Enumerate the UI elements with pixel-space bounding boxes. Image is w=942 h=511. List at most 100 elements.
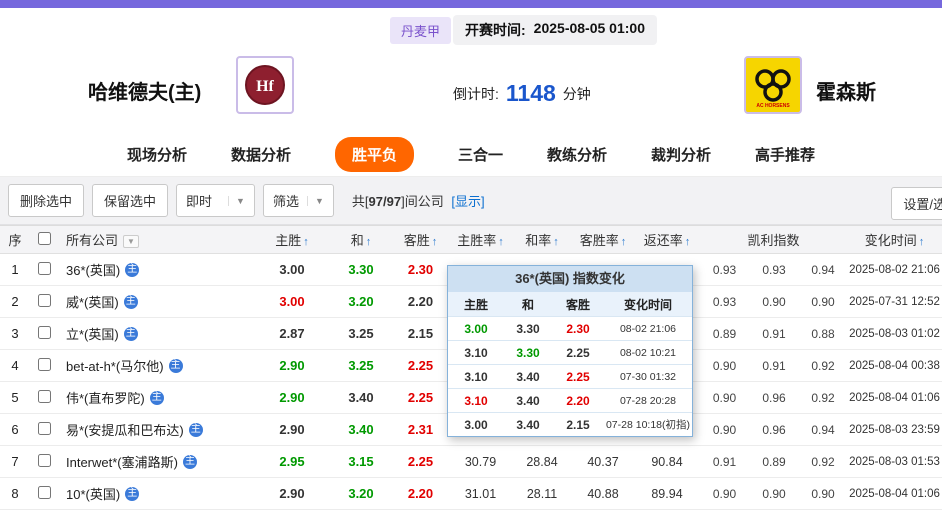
sort-asc-icon[interactable]: ↑ bbox=[498, 236, 504, 248]
home-team-logo-icon: Hf bbox=[236, 56, 294, 114]
draw-odds[interactable]: 3.40 bbox=[330, 422, 392, 437]
company-cell[interactable]: 立*(英国) 主 bbox=[58, 324, 254, 343]
row-checkbox-cell bbox=[30, 325, 58, 342]
row-checkbox[interactable] bbox=[37, 261, 51, 275]
home-odds[interactable]: 3.00 bbox=[254, 262, 330, 277]
change-time: 2025-08-03 01:53 bbox=[849, 455, 940, 468]
col-home-rate[interactable]: 主胜率 ↑ bbox=[449, 230, 512, 249]
away-odds[interactable]: 2.25 bbox=[392, 454, 449, 469]
filter-dropdown[interactable]: 筛选 ▼ bbox=[262, 184, 334, 217]
keep-selected-button[interactable]: 保留选中 bbox=[92, 184, 169, 217]
draw-odds[interactable]: 3.25 bbox=[330, 358, 392, 373]
league-badge[interactable]: 丹麦甲 bbox=[390, 17, 452, 44]
change-time: 2025-07-31 12:52 bbox=[849, 295, 940, 308]
kelly-value: 0.92 bbox=[811, 390, 835, 405]
draw-odds[interactable]: 3.25 bbox=[330, 326, 392, 341]
draw-odds[interactable]: 3.20 bbox=[330, 294, 392, 309]
popup-home-odds: 3.10 bbox=[464, 393, 488, 408]
draw-odds[interactable]: 3.20 bbox=[330, 486, 392, 501]
row-index: 5 bbox=[11, 390, 19, 405]
col-company[interactable]: 所有公司 ▼ bbox=[58, 230, 254, 249]
company-name: Interwet*(塞浦路斯) bbox=[66, 455, 178, 470]
company-cell[interactable]: 威*(英国) 主 bbox=[58, 292, 254, 311]
nav-tab[interactable]: 现场分析 bbox=[127, 144, 187, 165]
row-checkbox-cell bbox=[30, 389, 58, 406]
company-cell[interactable]: 易*(安提瓜和巴布达) 主 bbox=[58, 420, 254, 439]
draw-odds[interactable]: 3.30 bbox=[330, 262, 392, 277]
home-odds[interactable]: 2.95 bbox=[254, 454, 330, 469]
kelly-value: 0.94 bbox=[811, 262, 835, 277]
row-checkbox[interactable] bbox=[37, 293, 51, 307]
draw-odds[interactable]: 3.40 bbox=[330, 390, 392, 405]
sort-asc-icon[interactable]: ↑ bbox=[919, 236, 925, 248]
row-checkbox[interactable] bbox=[37, 357, 51, 371]
rate-value: 89.94 bbox=[651, 486, 683, 501]
nav-tab[interactable]: 胜平负 bbox=[334, 137, 414, 172]
sort-asc-icon[interactable]: ↑ bbox=[553, 236, 559, 248]
popup-draw-odds: 3.40 bbox=[516, 369, 540, 384]
nav-tab[interactable]: 教练分析 bbox=[547, 144, 607, 165]
home-odds[interactable]: 3.00 bbox=[254, 294, 330, 309]
col-away-rate[interactable]: 客胜率 ↑ bbox=[572, 230, 634, 249]
sort-asc-icon[interactable]: ↑ bbox=[621, 236, 627, 248]
sort-asc-icon[interactable]: ↑ bbox=[366, 236, 372, 248]
start-time-value: 2025-08-05 01:00 bbox=[533, 20, 645, 36]
col-return-rate[interactable]: 返还率 ↑ bbox=[634, 230, 700, 249]
home-odds[interactable]: 2.90 bbox=[254, 486, 330, 501]
popup-title: 36*(英国) 指数变化 bbox=[448, 266, 692, 292]
nav-tab[interactable]: 数据分析 bbox=[231, 144, 291, 165]
away-odds[interactable]: 2.20 bbox=[392, 486, 449, 501]
countdown-label: 倒计时: bbox=[453, 85, 499, 102]
home-odds[interactable]: 2.90 bbox=[254, 390, 330, 405]
away-odds[interactable]: 2.25 bbox=[392, 390, 449, 405]
kelly-value: 0.90 bbox=[811, 486, 835, 501]
rate-value: 40.37 bbox=[587, 454, 619, 469]
company-cell[interactable]: 伟*(直布罗陀) 主 bbox=[58, 388, 254, 407]
col-change-time[interactable]: 变化时间 ↑ bbox=[847, 230, 942, 249]
row-checkbox[interactable] bbox=[37, 421, 51, 435]
away-odds[interactable]: 2.15 bbox=[392, 326, 449, 341]
nav-tab[interactable]: 三合一 bbox=[458, 144, 503, 165]
company-cell[interactable]: Interwet*(塞浦路斯) 主 bbox=[58, 452, 254, 471]
svg-text:AC HORSENS: AC HORSENS bbox=[756, 103, 790, 109]
row-checkbox[interactable] bbox=[37, 485, 51, 499]
popup-home-odds: 3.00 bbox=[464, 417, 488, 432]
col-draw-rate[interactable]: 和率 ↑ bbox=[512, 230, 572, 249]
away-odds[interactable]: 2.30 bbox=[392, 262, 449, 277]
main-company-badge-icon: 主 bbox=[123, 326, 138, 341]
col-home-odds[interactable]: 主胜 ↑ bbox=[254, 230, 330, 249]
nav-tab[interactable]: 裁判分析 bbox=[651, 144, 711, 165]
instant-dropdown-label: 即时 bbox=[186, 194, 213, 209]
toolbar: 删除选中 保留选中 即时 ▼ 筛选 ▼ 共[97/97]间公司 [显示] 设置/… bbox=[0, 177, 942, 225]
row-checkbox[interactable] bbox=[37, 453, 51, 467]
col-away-odds[interactable]: 客胜 ↑ bbox=[392, 230, 449, 249]
company-filter-icon[interactable]: ▼ bbox=[123, 235, 139, 248]
sort-asc-icon[interactable]: ↑ bbox=[303, 236, 309, 248]
main-company-badge-icon: 主 bbox=[168, 358, 183, 373]
sort-asc-icon[interactable]: ↑ bbox=[685, 236, 691, 248]
select-all-checkbox[interactable] bbox=[37, 231, 51, 245]
row-checkbox[interactable] bbox=[37, 325, 51, 339]
col-draw-odds[interactable]: 和 ↑ bbox=[330, 230, 392, 249]
draw-odds[interactable]: 3.15 bbox=[330, 454, 392, 469]
settings-button[interactable]: 设置/选 bbox=[891, 187, 942, 220]
company-cell[interactable]: 10*(英国) 主 bbox=[58, 484, 254, 503]
away-odds[interactable]: 2.25 bbox=[392, 358, 449, 373]
row-checkbox[interactable] bbox=[37, 389, 51, 403]
home-odds[interactable]: 2.90 bbox=[254, 422, 330, 437]
nav-tab[interactable]: 高手推荐 bbox=[755, 144, 815, 165]
company-cell[interactable]: 36*(英国) 主 bbox=[58, 260, 254, 279]
sort-asc-icon[interactable]: ↑ bbox=[432, 236, 438, 248]
away-odds[interactable]: 2.20 bbox=[392, 294, 449, 309]
delete-selected-button[interactable]: 删除选中 bbox=[8, 184, 85, 217]
away-odds[interactable]: 2.31 bbox=[392, 422, 449, 437]
popup-row: 3.10 3.30 2.25 08-02 10:21 bbox=[448, 340, 692, 364]
popup-home-odds: 3.00 bbox=[464, 321, 488, 336]
instant-dropdown[interactable]: 即时 ▼ bbox=[176, 184, 255, 217]
home-odds[interactable]: 2.87 bbox=[254, 326, 330, 341]
home-odds[interactable]: 2.90 bbox=[254, 358, 330, 373]
show-link[interactable]: [显示] bbox=[451, 194, 484, 209]
company-cell[interactable]: bet-at-h*(马尔他) 主 bbox=[58, 356, 254, 375]
popup-change-time: 08-02 10:21 bbox=[619, 346, 677, 359]
popup-col-header: 主胜 bbox=[463, 297, 488, 312]
